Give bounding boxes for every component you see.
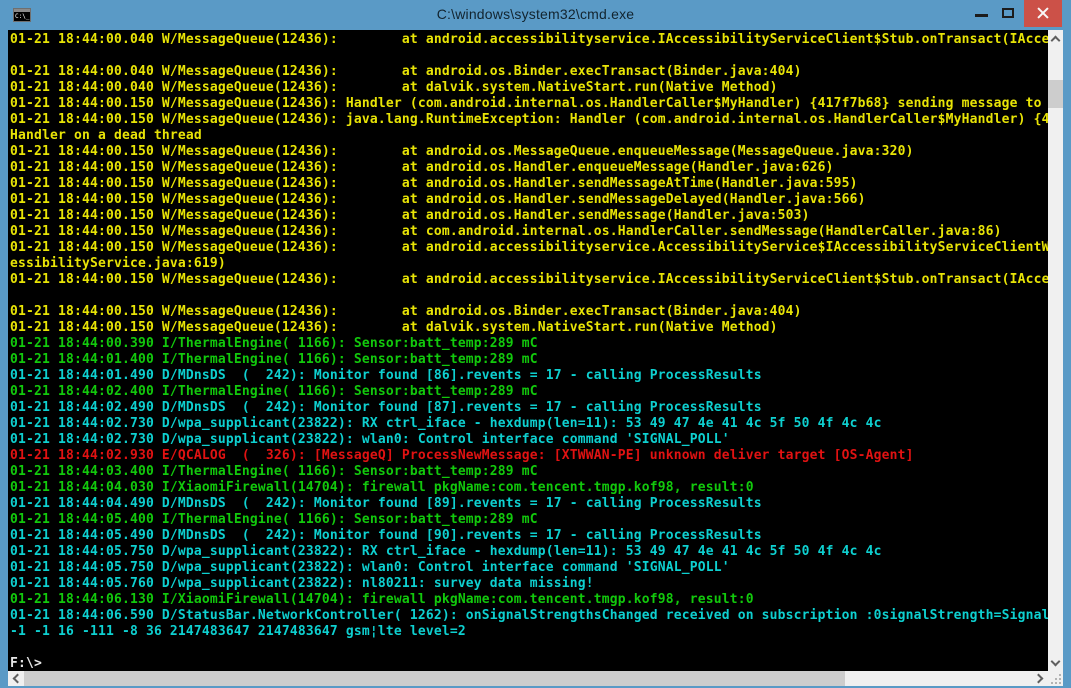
log-line: 01-21 18:44:00.150 W/MessageQueue(12436)… bbox=[10, 96, 1048, 112]
log-line: Handler on a dead thread bbox=[10, 128, 1048, 144]
console-output[interactable]: 01-21 18:44:00.040 W/MessageQueue(12436)… bbox=[8, 30, 1048, 671]
chevron-left-icon bbox=[13, 674, 23, 684]
chevron-right-icon bbox=[1034, 674, 1044, 684]
log-line: 01-21 18:44:00.150 W/MessageQueue(12436)… bbox=[10, 224, 1048, 240]
resize-grip-icon[interactable] bbox=[1059, 682, 1061, 684]
cmd-window: C:\_ C:\windows\system32\cmd.exe 01-21 1… bbox=[0, 0, 1071, 688]
log-line: 01-21 18:44:05.490 D/MDnsDS ( 242): Moni… bbox=[10, 528, 1048, 544]
log-line: -1 -1 16 -111 -8 36 2147483647 214748364… bbox=[10, 624, 1048, 640]
horizontal-scrollbar-thumb[interactable] bbox=[24, 671, 845, 686]
log-line: 01-21 18:44:05.750 D/wpa_supplicant(2382… bbox=[10, 544, 1048, 560]
log-line: 01-21 18:44:01.400 I/ThermalEngine( 1166… bbox=[10, 352, 1048, 368]
prompt-line: F:\> bbox=[10, 656, 1048, 671]
log-line: 01-21 18:44:02.930 E/QCALOG ( 326): [Mes… bbox=[10, 448, 1048, 464]
blank-line bbox=[10, 48, 1048, 64]
log-line: 01-21 18:44:00.150 W/MessageQueue(12436)… bbox=[10, 144, 1048, 160]
log-line: 01-21 18:44:04.490 D/MDnsDS ( 242): Moni… bbox=[10, 496, 1048, 512]
horizontal-scrollbar[interactable] bbox=[8, 671, 1048, 686]
log-line: 01-21 18:44:00.150 W/MessageQueue(12436)… bbox=[10, 176, 1048, 192]
chevron-down-icon bbox=[1051, 657, 1061, 667]
log-line: 01-21 18:44:00.150 W/MessageQueue(12436)… bbox=[10, 208, 1048, 224]
log-line: 01-21 18:44:02.400 I/ThermalEngine( 1166… bbox=[10, 384, 1048, 400]
log-line: 01-21 18:44:03.400 I/ThermalEngine( 1166… bbox=[10, 464, 1048, 480]
log-line: essibilityService.java:619) bbox=[10, 256, 1048, 272]
log-line: 01-21 18:44:00.150 W/MessageQueue(12436)… bbox=[10, 304, 1048, 320]
log-line: 01-21 18:44:00.390 I/ThermalEngine( 1166… bbox=[10, 336, 1048, 352]
log-line: 01-21 18:44:00.150 W/MessageQueue(12436)… bbox=[10, 240, 1048, 256]
log-line: 01-21 18:44:06.590 D/StatusBar.NetworkCo… bbox=[10, 608, 1048, 624]
log-line: 01-21 18:44:05.400 I/ThermalEngine( 1166… bbox=[10, 512, 1048, 528]
window-title: C:\windows\system32\cmd.exe bbox=[0, 6, 1071, 22]
log-line: 01-21 18:44:04.030 I/XiaomiFirewall(1470… bbox=[10, 480, 1048, 496]
log-line: 01-21 18:44:05.750 D/wpa_supplicant(2382… bbox=[10, 560, 1048, 576]
log-line: 01-21 18:44:01.490 D/MDnsDS ( 242): Moni… bbox=[10, 368, 1048, 384]
vertical-scrollbar-thumb[interactable] bbox=[1048, 80, 1063, 108]
log-line: 01-21 18:44:00.150 W/MessageQueue(12436)… bbox=[10, 320, 1048, 336]
log-line: 01-21 18:44:00.040 W/MessageQueue(12436)… bbox=[10, 32, 1048, 48]
scroll-left-button[interactable] bbox=[8, 671, 24, 686]
log-line: 01-21 18:44:00.150 W/MessageQueue(12436)… bbox=[10, 160, 1048, 176]
chevron-up-icon bbox=[1051, 36, 1061, 46]
blank-line bbox=[10, 288, 1048, 304]
blank-line bbox=[10, 640, 1048, 656]
log-line: 01-21 18:44:02.490 D/MDnsDS ( 242): Moni… bbox=[10, 400, 1048, 416]
minimize-button[interactable] bbox=[975, 14, 988, 17]
close-button[interactable] bbox=[1024, 0, 1062, 27]
log-line: 01-21 18:44:00.150 W/MessageQueue(12436)… bbox=[10, 112, 1048, 128]
maximize-button[interactable] bbox=[1002, 8, 1014, 18]
title-bar[interactable]: C:\_ C:\windows\system32\cmd.exe bbox=[0, 0, 1071, 30]
log-line: 01-21 18:44:05.760 D/wpa_supplicant(2382… bbox=[10, 576, 1048, 592]
log-line: 01-21 18:44:00.040 W/MessageQueue(12436)… bbox=[10, 80, 1048, 96]
scroll-up-button[interactable] bbox=[1048, 31, 1063, 46]
scroll-right-button[interactable] bbox=[1032, 671, 1048, 686]
scroll-down-button[interactable] bbox=[1048, 655, 1063, 670]
log-line: 01-21 18:44:00.150 W/MessageQueue(12436)… bbox=[10, 192, 1048, 208]
log-line: 01-21 18:44:06.130 I/XiaomiFirewall(1470… bbox=[10, 592, 1048, 608]
scrollbar-corner bbox=[1048, 671, 1063, 686]
log-line: 01-21 18:44:02.730 D/wpa_supplicant(2382… bbox=[10, 416, 1048, 432]
vertical-scrollbar[interactable] bbox=[1048, 30, 1063, 671]
log-line: 01-21 18:44:00.150 W/MessageQueue(12436)… bbox=[10, 272, 1048, 288]
log-line: 01-21 18:44:02.730 D/wpa_supplicant(2382… bbox=[10, 432, 1048, 448]
log-line: 01-21 18:44:00.040 W/MessageQueue(12436)… bbox=[10, 64, 1048, 80]
